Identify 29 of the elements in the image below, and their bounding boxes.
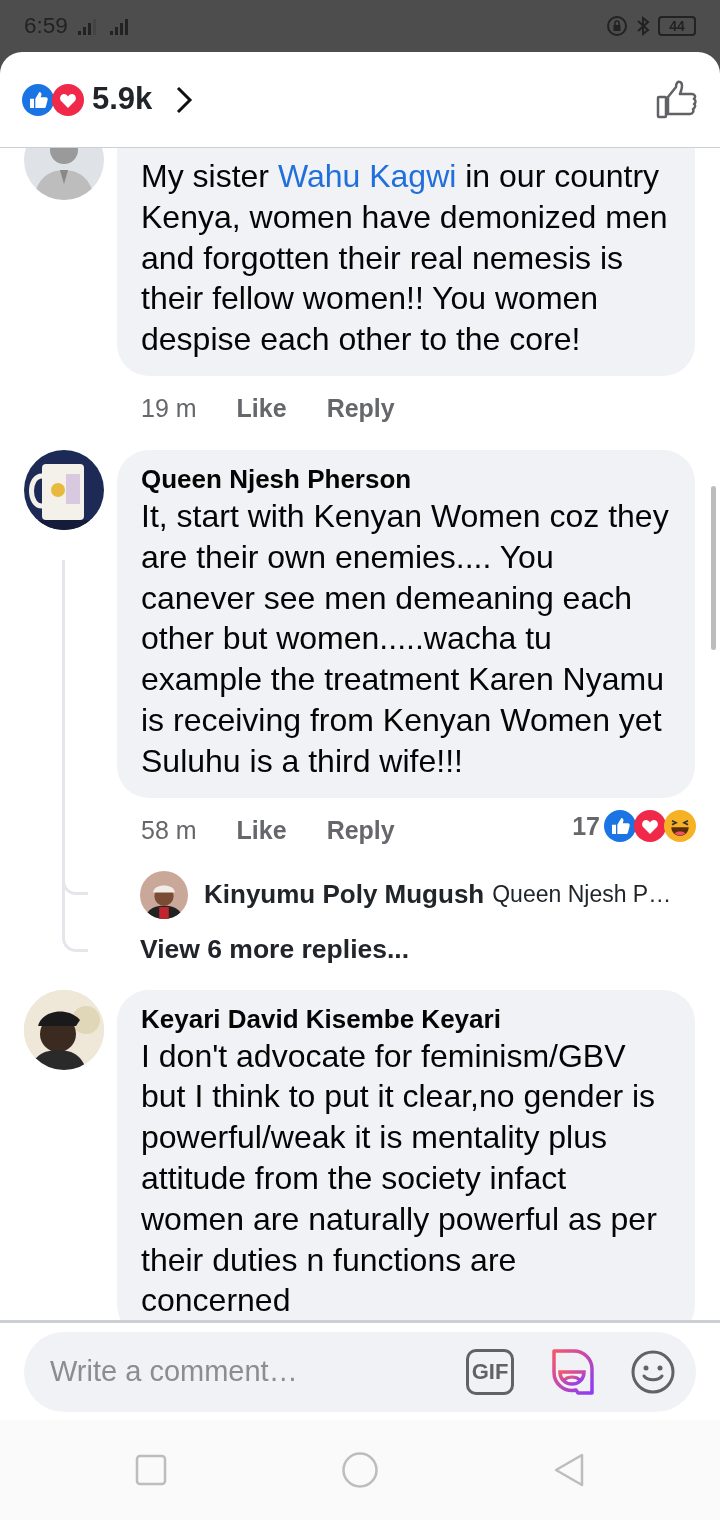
like-button[interactable]: Like: [236, 811, 287, 850]
reaction-count[interactable]: 5.9k: [92, 76, 153, 123]
emoji-icon[interactable]: [630, 1348, 676, 1395]
author-name[interactable]: Queen Njesh Pherson: [141, 462, 673, 496]
laugh-reaction-icon: [664, 810, 696, 843]
like-reaction-icon: [22, 83, 54, 116]
mention-link[interactable]: Wahu Kagwi: [277, 158, 457, 194]
scrollbar[interactable]: [711, 486, 716, 650]
author-name[interactable]: Kinyumu Poly Mugush: [204, 875, 485, 915]
thumbs-up-icon[interactable]: [656, 79, 698, 120]
reply-button[interactable]: Reply: [326, 811, 395, 850]
comment-input-field[interactable]: Write a comment… GIF: [24, 1331, 696, 1412]
view-more-replies-link[interactable]: View 6 more replies...: [140, 929, 410, 970]
reply-button[interactable]: Reply: [326, 390, 395, 428]
comment-text: My sister Wahu Kagwi in our country Kenya, women have demonized men and forgotten their real nemesis is their fellow women!! You women despise each other to the core!: [141, 157, 669, 360]
reply-preview: Queen Njesh P…: [492, 880, 672, 910]
author-name[interactable]: Keyari David Kisembe Keyari: [141, 1001, 673, 1036]
like-reaction-icon: [604, 810, 636, 843]
reaction-count[interactable]: 17: [572, 807, 600, 846]
like-button[interactable]: Like: [236, 390, 287, 428]
gif-button[interactable]: GIF: [466, 1348, 514, 1395]
rotation-lock-icon: [606, 15, 628, 37]
love-reaction-icon: [52, 83, 84, 116]
bluetooth-icon: [636, 15, 650, 37]
love-reaction-icon: [634, 810, 666, 843]
time-label: 58 m: [141, 814, 197, 846]
comment-text: It, start with Kenyan Women coz they are their own enemies.... You canever see men demeaning each other but women.....wacha tu example the treatment Karen Nyamu is receiving from Kenyan Women yet Suluhu is a third wife!!!: [141, 497, 670, 781]
comment-text: I don't advocate for feminism/GBV but I think to put it clear,no gender is powerful/weak it is mentality plus attitude from the society infact women are naturally powerful as per their duties n functions are concerned: [141, 1036, 658, 1320]
time-label: 19 m: [141, 393, 197, 424]
